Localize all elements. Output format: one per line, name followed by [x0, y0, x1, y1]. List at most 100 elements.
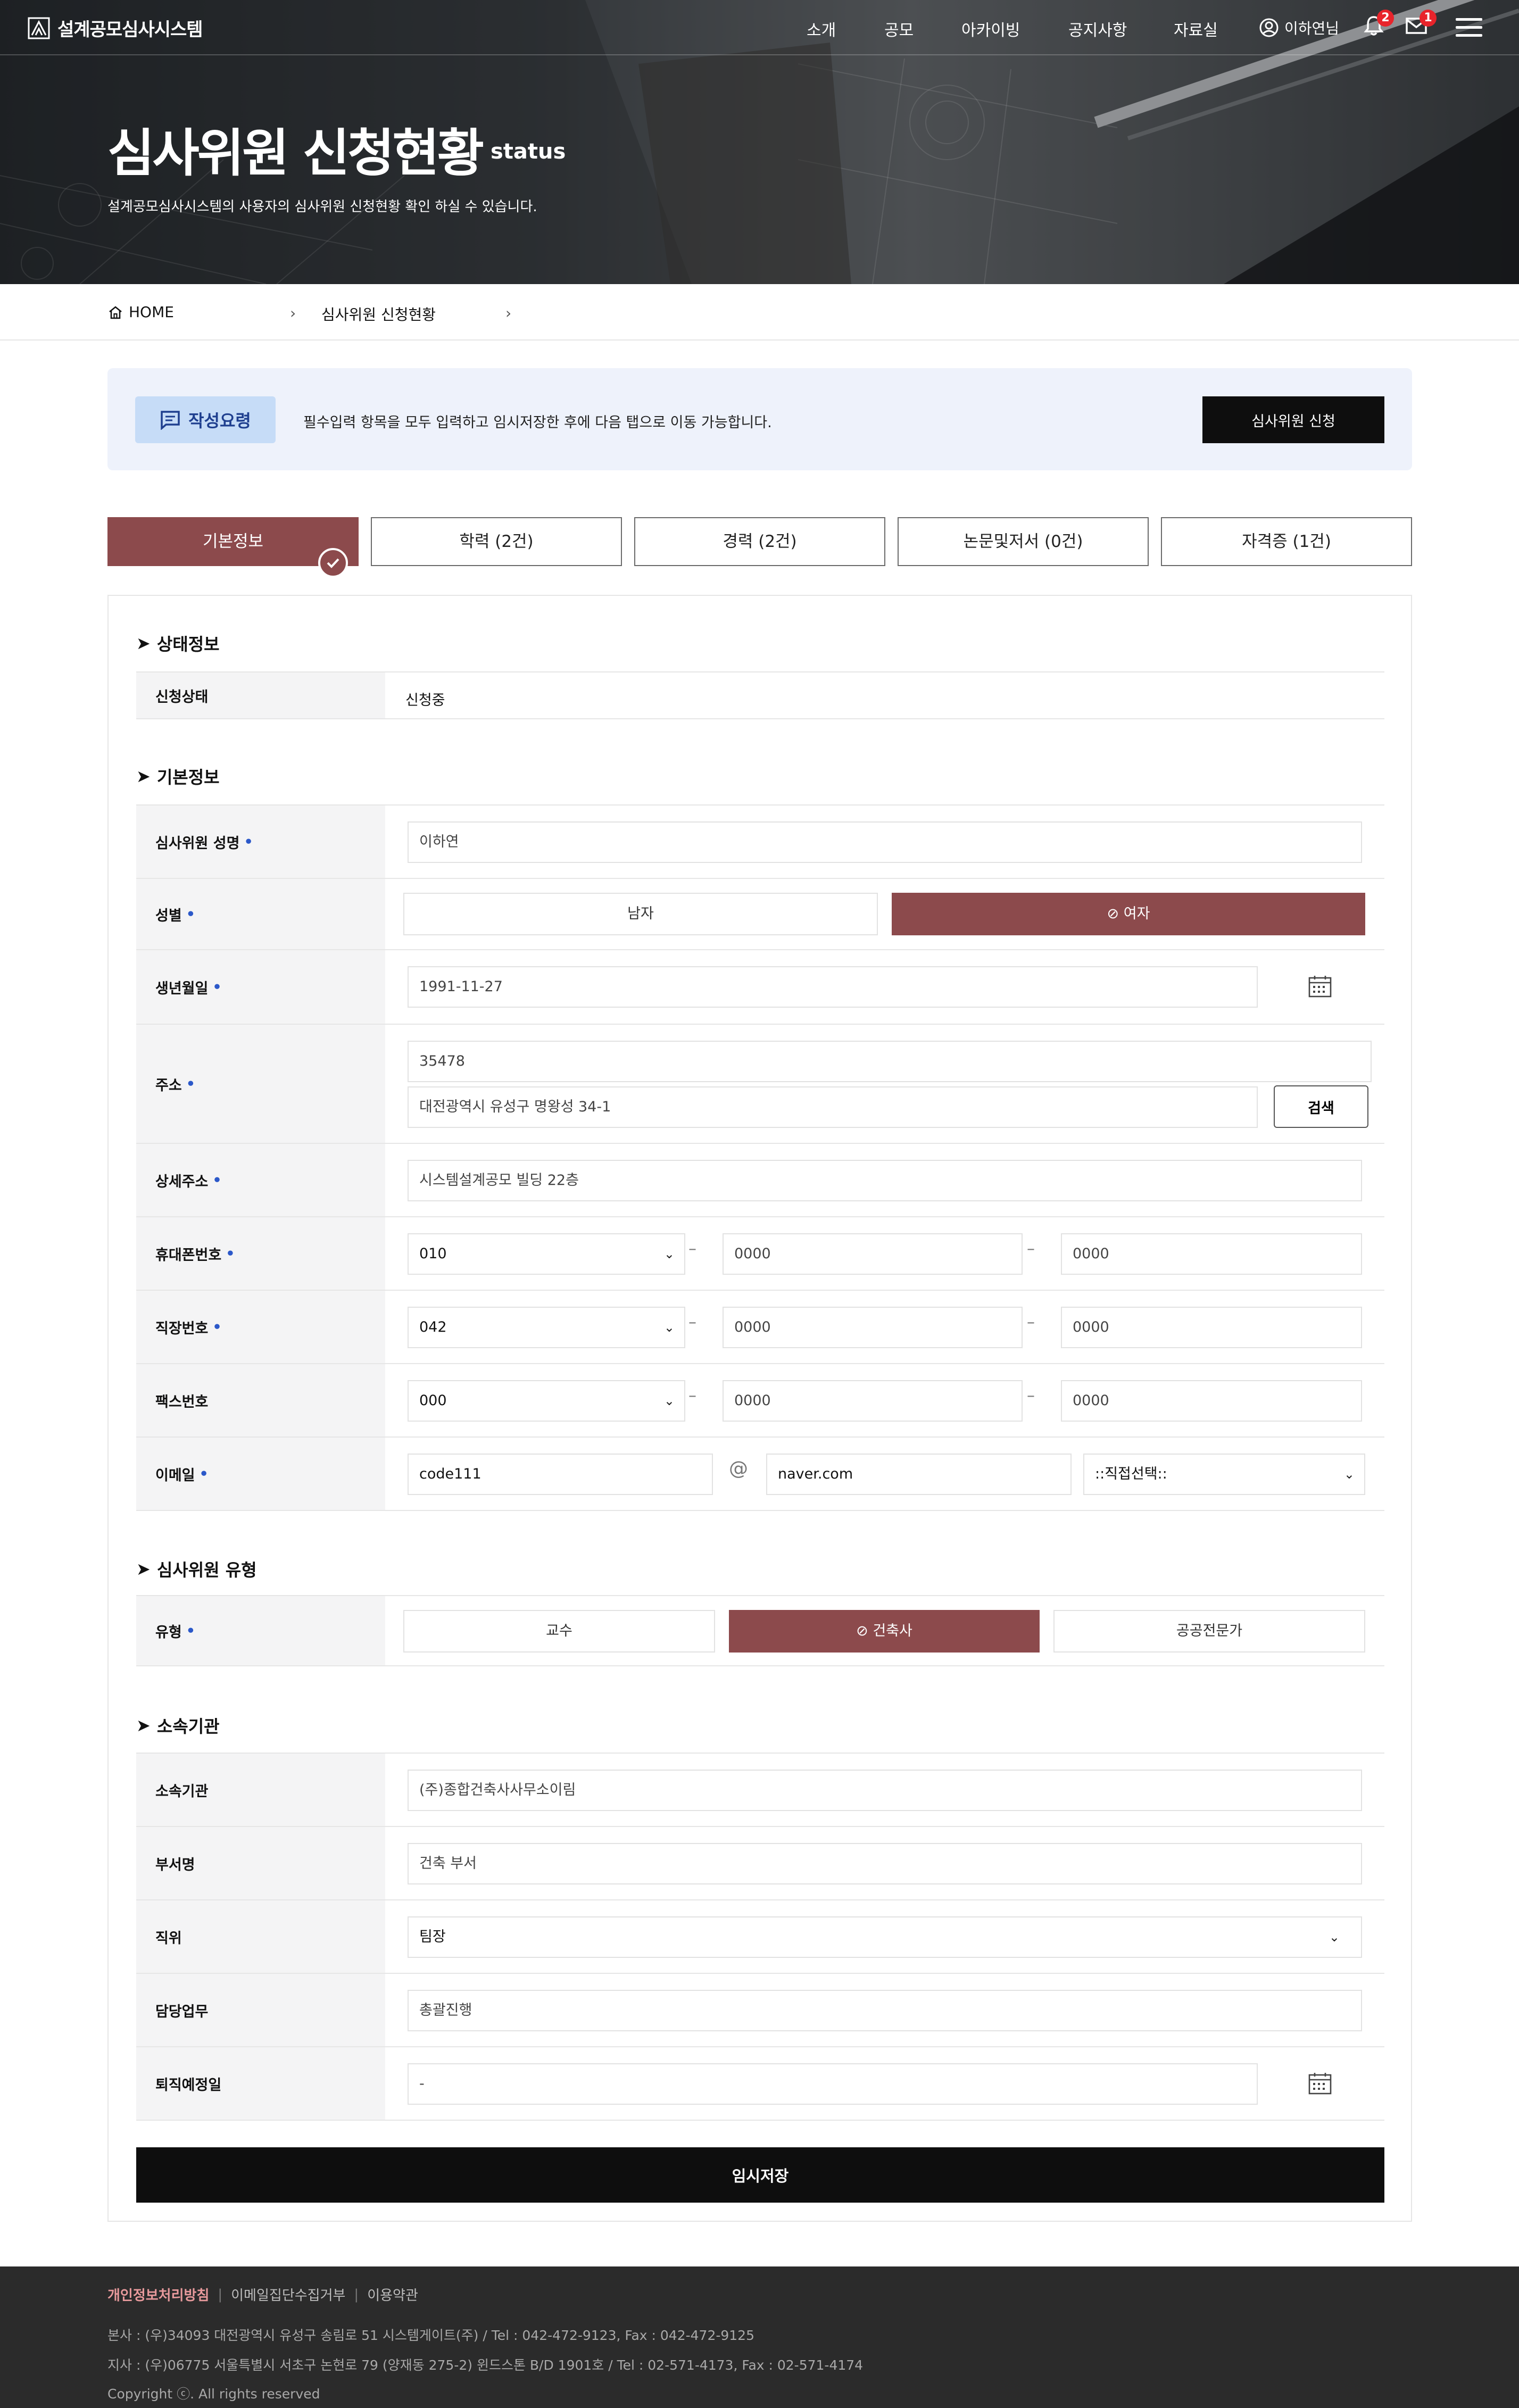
- retire-date-input[interactable]: -: [408, 2063, 1258, 2105]
- field-label: 주소 •: [136, 1025, 385, 1143]
- section-title-status: ➤ 상태정보: [136, 633, 220, 654]
- dash-separator: –: [688, 1240, 696, 1258]
- notice-box: 작성요령 필수입력 항목을 모두 입력하고 임시저장한 후에 다음 탭으로 이동…: [107, 368, 1412, 470]
- breadcrumb-current[interactable]: 심사위원 신청현황: [321, 303, 436, 325]
- field-label: 상세주소 •: [136, 1144, 385, 1216]
- notice-tag: 작성요령: [135, 396, 276, 443]
- calendar-icon[interactable]: [1308, 975, 1332, 998]
- at-sign: @: [729, 1458, 748, 1480]
- breadcrumb-home[interactable]: HOME: [107, 303, 174, 321]
- form-row-status: 신청상태 신청중: [136, 671, 1384, 719]
- form-card: ➤ 상태정보 신청상태 신청중 ➤ 기본정보 심사위원 성명 • 이하연 성별 • …: [107, 595, 1412, 2222]
- form-row-email: 이메일 • code111 @ naver.com ::직접선택:: ⌄: [136, 1437, 1384, 1511]
- menu-item-notice[interactable]: 공지사항: [1068, 17, 1127, 40]
- tab-papers[interactable]: 논문및저서 (0건): [898, 517, 1149, 566]
- temp-save-button[interactable]: 임시저장: [136, 2147, 1384, 2203]
- check-circle-icon: [318, 548, 348, 578]
- form-row-type: 유형 • 교수 ⊘ 건축사 공공전문가: [136, 1595, 1384, 1666]
- detail-address-input[interactable]: 시스템설계공모 빌딩 22층: [408, 1160, 1362, 1201]
- type-architect-option[interactable]: ⊘ 건축사: [729, 1610, 1040, 1653]
- zipcode-input[interactable]: 35478: [408, 1041, 1372, 1082]
- name-input[interactable]: 이하연: [408, 821, 1362, 863]
- footer-link-privacy[interactable]: 개인정보처리방침: [107, 2285, 209, 2304]
- notification-button[interactable]: 2: [1362, 10, 1394, 40]
- org-input[interactable]: (주)종합건축사사무소이림: [408, 1770, 1362, 1811]
- email-domain-input[interactable]: naver.com: [766, 1454, 1072, 1495]
- form-row-dept: 부서명 건축 부서: [136, 1826, 1384, 1899]
- section-title-basic: ➤ 기본정보: [136, 766, 220, 787]
- tab-certificates[interactable]: 자격증 (1건): [1161, 517, 1412, 566]
- user-menu[interactable]: 이하연님: [1259, 17, 1339, 38]
- page-subtitle: status: [491, 139, 566, 164]
- chevron-down-icon: ⌄: [1343, 1467, 1355, 1482]
- gender-male-option[interactable]: 남자: [403, 893, 878, 935]
- dash-separator: –: [1027, 1386, 1035, 1405]
- arrow-right-icon: ➤: [136, 766, 151, 786]
- field-label: 부서명: [136, 1827, 385, 1899]
- work-last-input[interactable]: 0000: [1061, 1307, 1362, 1348]
- dash-separator: –: [688, 1313, 696, 1332]
- address-search-button[interactable]: 검색: [1274, 1085, 1368, 1128]
- chevron-down-icon: ⌄: [663, 1247, 675, 1261]
- fax-middle-input[interactable]: 0000: [723, 1380, 1023, 1422]
- form-row-duty: 담당업무 총괄진행: [136, 1973, 1384, 2046]
- field-label: 직위: [136, 1900, 385, 1973]
- form-row-position: 직위 팀장 ⌄: [136, 1899, 1384, 1973]
- dept-input[interactable]: 건축 부서: [408, 1843, 1362, 1884]
- check-circle-icon: ⊘: [1107, 906, 1119, 922]
- notification-badge: 2: [1377, 10, 1394, 27]
- user-name: 이하연님: [1284, 20, 1340, 37]
- tab-education[interactable]: 학력 (2건): [371, 517, 622, 566]
- field-label: 성별 •: [136, 879, 385, 949]
- form-row-mobile: 휴대폰번호 • 010 ⌄ – 0000 – 0000: [136, 1216, 1384, 1290]
- user-icon: [1259, 18, 1279, 37]
- menu-item-intro[interactable]: 소개: [807, 17, 836, 40]
- address-input[interactable]: 대전광역시 유성구 명왕성 34-1: [408, 1086, 1258, 1128]
- site-logo[interactable]: 설계공모심사시스템: [28, 15, 203, 41]
- logo-text: 설계공모심사시스템: [57, 19, 203, 40]
- footer-link-email-refusal[interactable]: 이메일집단수집거부: [231, 2285, 345, 2304]
- tab-basic-info[interactable]: 기본정보: [107, 517, 359, 578]
- chevron-down-icon: ⌄: [1329, 1930, 1340, 1945]
- menu-item-contest[interactable]: 공모: [884, 17, 914, 40]
- email-domain-select[interactable]: ::직접선택:: ⌄: [1083, 1454, 1365, 1495]
- notice-text: 필수입력 항목을 모두 입력하고 임시저장한 후에 다음 탭으로 이동 가능합니…: [303, 414, 772, 431]
- notice-tag-label: 작성요령: [188, 411, 251, 431]
- field-label: 직장번호 •: [136, 1291, 385, 1363]
- calendar-icon[interactable]: [1308, 2072, 1332, 2095]
- mobile-last-input[interactable]: 0000: [1061, 1233, 1362, 1275]
- type-public-expert-option[interactable]: 공공전문가: [1053, 1610, 1365, 1653]
- hero-banner: 설계공모심사시스템 소개 공모 아카이빙 공지사항 자료실 이하연님 2 1 심…: [0, 0, 1519, 284]
- form-row-address: 주소 • 35478 대전광역시 유성구 명왕성 34-1 검색: [136, 1024, 1384, 1143]
- mail-button[interactable]: 1: [1405, 10, 1437, 40]
- gender-female-option[interactable]: ⊘ 여자: [892, 893, 1365, 935]
- work-middle-input[interactable]: 0000: [723, 1307, 1023, 1348]
- hamburger-menu-icon[interactable]: [1456, 18, 1482, 37]
- field-label: 휴대폰번호 •: [136, 1217, 385, 1290]
- menu-item-archive[interactable]: 아카이빙: [961, 17, 1020, 40]
- fax-last-input[interactable]: 0000: [1061, 1380, 1362, 1422]
- work-prefix-select[interactable]: 042 ⌄: [408, 1307, 685, 1348]
- mobile-middle-input[interactable]: 0000: [723, 1233, 1023, 1275]
- tab-label: 기본정보: [202, 532, 264, 551]
- duty-input[interactable]: 총괄진행: [408, 1990, 1362, 2031]
- email-id-input[interactable]: code111: [408, 1454, 713, 1495]
- chevron-down-icon: ⌄: [663, 1393, 675, 1408]
- mobile-prefix-select[interactable]: 010 ⌄: [408, 1233, 685, 1275]
- top-navigation: 설계공모심사시스템 소개 공모 아카이빙 공지사항 자료실 이하연님 2 1: [0, 0, 1519, 55]
- section-title-org: ➤ 소속기관: [136, 1715, 220, 1737]
- footer-link-terms[interactable]: 이용약관: [367, 2285, 418, 2304]
- position-select[interactable]: 팀장 ⌄: [408, 1916, 1362, 1958]
- home-icon: [109, 305, 122, 319]
- menu-item-library[interactable]: 자료실: [1174, 17, 1218, 40]
- status-value: 신청중: [405, 692, 445, 709]
- fax-prefix-select[interactable]: 000 ⌄: [408, 1380, 685, 1422]
- arrow-right-icon: ➤: [136, 1715, 151, 1736]
- arrow-right-icon: ➤: [136, 633, 151, 653]
- tab-career[interactable]: 경력 (2건): [634, 517, 885, 566]
- birth-date-input[interactable]: 1991-11-27: [408, 966, 1258, 1008]
- breadcrumb: HOME › 심사위원 신청현황 ›: [0, 284, 1519, 341]
- apply-judge-button[interactable]: 심사위원 신청: [1202, 396, 1384, 443]
- type-professor-option[interactable]: 교수: [403, 1610, 715, 1653]
- footer-links: 개인정보처리방침 | 이메일집단수집거부 | 이용약관: [107, 2285, 418, 2304]
